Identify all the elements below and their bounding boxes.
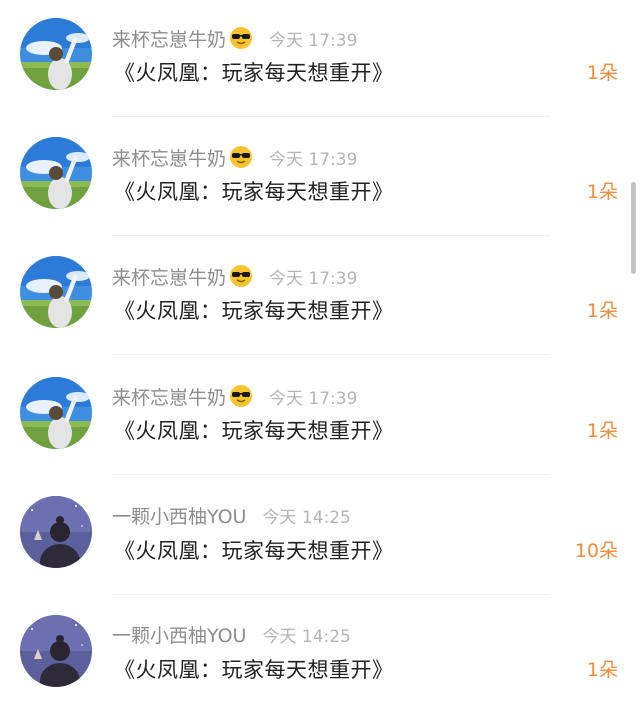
comment-meta: 来杯忘崽牛奶 今天 17:39 bbox=[112, 263, 357, 289]
comment-meta: 来杯忘崽牛奶 今天 17:39 bbox=[112, 144, 357, 170]
username[interactable]: 一颗小西柚YOU bbox=[112, 502, 246, 529]
timestamp: 今天 17:39 bbox=[269, 30, 358, 51]
list-item[interactable]: 来杯忘崽牛奶 今天 17:39 《火凤凰：玩家每天想重开》 1朵 bbox=[0, 238, 640, 357]
sky-avatar-image bbox=[20, 137, 92, 209]
timestamp: 今天 17:39 bbox=[269, 388, 358, 409]
username[interactable]: 来杯忘崽牛奶 bbox=[112, 144, 226, 171]
comment-meta: 一颗小西柚YOU 今天 14:25 bbox=[112, 502, 351, 528]
avatar[interactable] bbox=[20, 377, 92, 449]
divider bbox=[112, 235, 550, 236]
comment-meta: 一颗小西柚YOU 今天 14:25 bbox=[112, 621, 351, 647]
night-avatar-image bbox=[20, 496, 92, 568]
username[interactable]: 一颗小西柚YOU bbox=[112, 621, 246, 648]
comment-list: 来杯忘崽牛奶 今天 17:39 《火凤凰：玩家每天想重开》 1朵 来杯忘崽牛奶 … bbox=[0, 0, 640, 723]
night-avatar-image bbox=[20, 615, 92, 687]
avatar[interactable] bbox=[20, 256, 92, 328]
username[interactable]: 来杯忘崽牛奶 bbox=[112, 263, 226, 290]
username[interactable]: 来杯忘崽牛奶 bbox=[112, 383, 226, 410]
comment-title[interactable]: 《火凤凰：玩家每天想重开》 bbox=[114, 177, 394, 207]
comment-title[interactable]: 《火凤凰：玩家每天想重开》 bbox=[114, 296, 394, 326]
avatar[interactable] bbox=[20, 615, 92, 687]
timestamp: 今天 14:25 bbox=[262, 626, 351, 647]
divider bbox=[112, 116, 550, 117]
list-item[interactable]: 一颗小西柚YOU 今天 14:25 《火凤凰：玩家每天想重开》 1朵 bbox=[0, 596, 640, 715]
flower-count: 1朵 bbox=[586, 420, 618, 442]
sunglasses-emoji-icon bbox=[229, 145, 253, 169]
sunglasses-emoji-icon bbox=[229, 264, 253, 288]
flower-count: 1朵 bbox=[586, 181, 618, 203]
comment-title[interactable]: 《火凤凰：玩家每天想重开》 bbox=[114, 536, 394, 566]
scrollbar[interactable] bbox=[631, 182, 636, 274]
divider bbox=[112, 354, 550, 355]
divider bbox=[112, 474, 550, 475]
sky-avatar-image bbox=[20, 18, 92, 90]
flower-count: 1朵 bbox=[586, 62, 618, 84]
timestamp: 今天 17:39 bbox=[269, 268, 358, 289]
list-item[interactable]: 来杯忘崽牛奶 今天 17:39 《火凤凰：玩家每天想重开》 1朵 bbox=[0, 357, 640, 476]
divider bbox=[112, 594, 550, 595]
timestamp: 今天 17:39 bbox=[269, 149, 358, 170]
flower-count: 1朵 bbox=[586, 300, 618, 322]
list-item[interactable]: 来杯忘崽牛奶 今天 17:39 《火凤凰：玩家每天想重开》 1朵 bbox=[0, 119, 640, 238]
sky-avatar-image bbox=[20, 256, 92, 328]
avatar[interactable] bbox=[20, 18, 92, 90]
avatar[interactable] bbox=[20, 496, 92, 568]
list-item[interactable]: 来杯忘崽牛奶 今天 17:39 《火凤凰：玩家每天想重开》 1朵 bbox=[0, 0, 640, 119]
sky-avatar-image bbox=[20, 377, 92, 449]
avatar[interactable] bbox=[20, 137, 92, 209]
sunglasses-emoji-icon bbox=[229, 26, 253, 50]
comment-title[interactable]: 《火凤凰：玩家每天想重开》 bbox=[114, 655, 394, 685]
comment-title[interactable]: 《火凤凰：玩家每天想重开》 bbox=[114, 58, 394, 88]
flower-count: 1朵 bbox=[586, 659, 618, 681]
username[interactable]: 来杯忘崽牛奶 bbox=[112, 25, 226, 52]
comment-title[interactable]: 《火凤凰：玩家每天想重开》 bbox=[114, 416, 394, 446]
sunglasses-emoji-icon bbox=[229, 384, 253, 408]
flower-count: 10朵 bbox=[574, 540, 618, 562]
timestamp: 今天 14:25 bbox=[262, 507, 351, 528]
comment-meta: 来杯忘崽牛奶 今天 17:39 bbox=[112, 25, 357, 51]
list-item[interactable]: 一颗小西柚YOU 今天 14:25 《火凤凰：玩家每天想重开》 10朵 bbox=[0, 477, 640, 596]
comment-meta: 来杯忘崽牛奶 今天 17:39 bbox=[112, 383, 357, 409]
